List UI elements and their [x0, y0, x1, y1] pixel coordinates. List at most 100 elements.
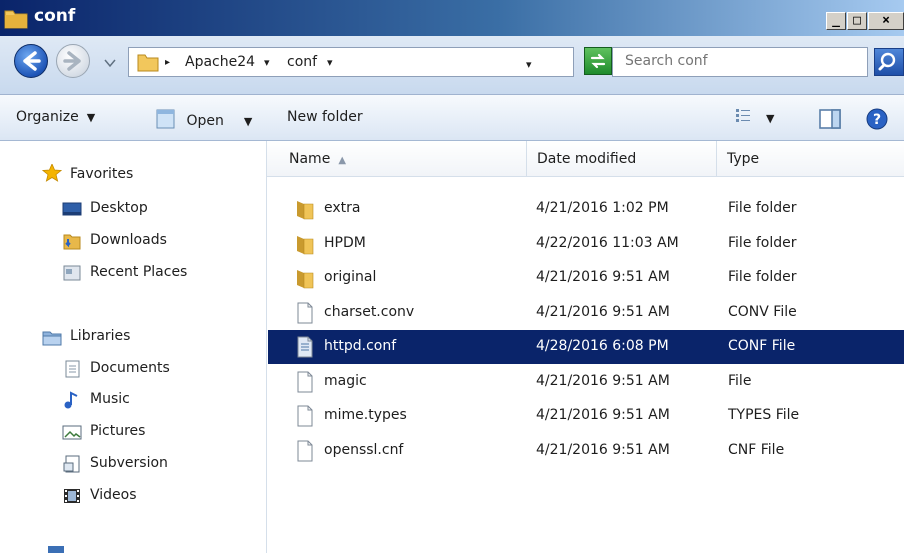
file-name: original	[324, 269, 377, 285]
notepad-icon	[156, 109, 175, 129]
file-row[interactable]: mime.types 4/21/2016 9:51 AM TYPES File	[268, 399, 904, 433]
file-type: TYPES File	[728, 407, 800, 423]
file-date-modified: 4/21/2016 9:51 AM	[536, 407, 670, 423]
file-date-modified: 4/21/2016 9:51 AM	[536, 441, 670, 458]
forward-button[interactable]	[56, 44, 90, 78]
breadcrumb-apache24[interactable]: Apache24	[185, 54, 255, 70]
back-button[interactable]	[14, 44, 48, 78]
nav-item-pictures[interactable]: Pictures	[90, 423, 145, 439]
folder-icon	[297, 201, 314, 220]
breadcrumb-conf[interactable]: conf	[287, 54, 317, 70]
preview-pane-icon[interactable]	[819, 109, 841, 129]
file-row[interactable]: original 4/21/2016 9:51 AM File folder	[268, 261, 904, 295]
window-title: conf	[34, 6, 76, 26]
libraries-icon	[42, 331, 62, 346]
arrow-right-icon	[63, 51, 81, 71]
nav-favorites[interactable]: Favorites	[70, 166, 133, 182]
nav-item-downloads[interactable]: Downloads	[90, 232, 167, 248]
open-button[interactable]: Open ▼	[154, 109, 252, 129]
folder-icon	[137, 54, 159, 72]
sort-ascending-icon: ▲	[338, 155, 347, 166]
open-label: Open	[186, 113, 224, 129]
file-date-modified: 4/21/2016 1:02 PM	[536, 200, 669, 216]
search-box[interactable]	[612, 47, 868, 77]
new-folder-button[interactable]: New folder	[287, 109, 363, 125]
search-input[interactable]	[625, 53, 865, 69]
column-header-name[interactable]: Name ▲	[267, 141, 527, 177]
file-row[interactable]: extra 4/21/2016 1:02 PM File folder	[268, 192, 904, 226]
column-header-date[interactable]: Date modified	[527, 141, 717, 177]
file-icon	[297, 371, 313, 392]
nav-item-recent-places[interactable]: Recent Places	[90, 264, 187, 280]
file-name: mime.types	[324, 407, 407, 423]
change-view-button[interactable]: ▼	[734, 107, 774, 126]
desktop-icon	[62, 202, 82, 216]
file-date-modified: 4/22/2016 11:03 AM	[536, 234, 679, 251]
folder-icon	[4, 10, 28, 29]
file-type: CONV File	[728, 303, 797, 320]
maximize-button[interactable]: □	[847, 12, 867, 30]
chevron-down-icon: ▼	[766, 112, 775, 125]
minimize-button[interactable]: _	[826, 12, 846, 30]
organize-menu[interactable]: Organize ▼	[16, 109, 95, 125]
file-row[interactable]: HPDM 4/22/2016 11:03 AM File folder	[268, 227, 904, 261]
file-name: extra	[324, 200, 361, 216]
refresh-button[interactable]	[584, 47, 612, 75]
file-row[interactable]: magic 4/21/2016 9:51 AM File	[268, 365, 904, 399]
arrow-left-icon	[23, 51, 41, 71]
file-icon	[297, 405, 313, 427]
search-button[interactable]	[874, 48, 904, 76]
breadcrumb-dropdown[interactable]: ▾	[327, 56, 333, 69]
address-history-dropdown[interactable]: ▾	[526, 58, 532, 71]
file-type: File folder	[728, 269, 797, 285]
title-bar: conf _ □ ×	[0, 0, 904, 36]
close-button[interactable]: ×	[868, 12, 904, 30]
file-date-modified: 4/21/2016 9:51 AM	[536, 372, 670, 389]
file-type: File folder	[728, 200, 797, 216]
file-row[interactable]: httpd.conf 4/28/2016 6:08 PM CONF File	[268, 330, 904, 364]
svg-text:?: ?	[873, 112, 881, 128]
nav-item-desktop[interactable]: Desktop	[90, 200, 148, 216]
nav-item-subversion[interactable]: Subversion	[90, 455, 168, 471]
file-icon	[297, 440, 313, 461]
file-date-modified: 4/28/2016 6:08 PM	[536, 338, 669, 354]
file-name: magic	[324, 372, 367, 389]
subversion-icon	[63, 455, 80, 473]
file-type: CONF File	[728, 338, 796, 354]
file-name: httpd.conf	[324, 338, 397, 354]
folder-icon	[297, 270, 314, 289]
file-name: HPDM	[324, 234, 366, 251]
music-icon	[64, 391, 78, 409]
organize-label: Organize	[16, 109, 79, 125]
recent-pages-dropdown-icon[interactable]	[103, 56, 117, 70]
nav-libraries[interactable]: Libraries	[70, 328, 130, 344]
breadcrumb-dropdown[interactable]: ▾	[264, 56, 270, 69]
star-icon	[42, 164, 62, 182]
file-name: charset.conv	[324, 303, 415, 320]
breadcrumb-separator[interactable]: ▸	[165, 57, 170, 68]
pictures-icon	[62, 425, 82, 440]
videos-icon	[64, 489, 80, 503]
file-type: File	[728, 372, 752, 389]
documents-icon	[65, 360, 80, 378]
chevron-down-icon: ▼	[243, 115, 253, 128]
folder-icon	[297, 235, 314, 254]
file-date-modified: 4/21/2016 9:51 AM	[536, 303, 670, 320]
nav-item-music[interactable]: Music	[90, 391, 130, 407]
view-list-icon	[736, 109, 750, 122]
help-icon[interactable]: ?	[865, 107, 889, 131]
file-icon	[297, 336, 313, 358]
recent-places-icon	[63, 265, 81, 281]
column-name-label: Name	[289, 151, 331, 167]
downloads-icon	[63, 234, 81, 250]
nav-item-documents[interactable]: Documents	[90, 360, 170, 376]
file-row[interactable]: charset.conv 4/21/2016 9:51 AM CONV File	[268, 296, 904, 330]
file-row[interactable]: openssl.cnf 4/21/2016 9:51 AM CNF File	[268, 434, 904, 468]
column-header-type[interactable]: Type	[717, 141, 904, 177]
file-type: File folder	[728, 234, 797, 251]
search-icon	[878, 52, 896, 71]
nav-item-videos[interactable]: Videos	[90, 487, 137, 503]
address-bar[interactable]: ▸ Apache24 ▾ conf ▾	[128, 47, 574, 77]
refresh-icon	[590, 53, 606, 69]
file-date-modified: 4/21/2016 9:51 AM	[536, 269, 670, 285]
